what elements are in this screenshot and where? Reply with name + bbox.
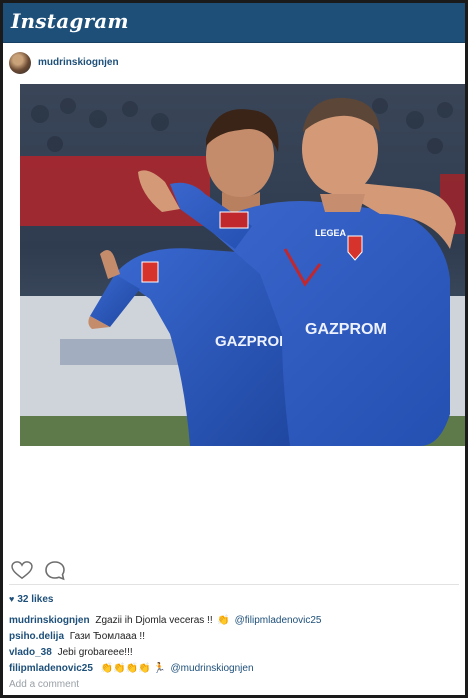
comment-row: filipmladenovic25 👏👏👏👏 🏃 @mudrinskiognje…	[9, 663, 254, 674]
kit-brand-text: LEGEA	[315, 228, 347, 238]
comment-text: Гази Ђомлааа !!	[69, 631, 145, 642]
comment-row: mudrinskiognjen Zgazii ih Djomla veceras…	[9, 615, 322, 626]
instagram-logo[interactable]: Instagram	[11, 9, 129, 33]
avatar[interactable]	[9, 52, 31, 74]
post-photo[interactable]: GAZPROM LEGEA GAZPROM	[20, 84, 465, 446]
divider	[9, 584, 459, 585]
comment-bubble-icon[interactable]	[44, 560, 66, 581]
comment-username[interactable]: psiho.delija	[9, 631, 64, 642]
post-username[interactable]: mudrinskiognjen	[38, 57, 119, 68]
comment-username[interactable]: filipmladenovic25	[9, 663, 93, 674]
comment-username[interactable]: vlado_38	[9, 647, 52, 658]
post-actions	[3, 559, 465, 583]
likes-text: 32 likes	[17, 594, 54, 605]
comment-mention[interactable]: @filipmladenovic25	[235, 615, 322, 626]
comment-text: Jebi grobareee!!!	[57, 647, 133, 658]
small-heart-icon: ♥	[9, 594, 15, 604]
likes-count[interactable]: ♥ 32 likes	[9, 594, 54, 605]
post-header: mudrinskiognjen	[3, 42, 465, 84]
comment-mention[interactable]: @mudrinskiognjen	[171, 663, 254, 674]
comment-text: Zgazii ih Djomla veceras !!	[95, 615, 213, 626]
comment-emoji: 👏	[217, 615, 230, 626]
instagram-app: Instagram mudrinskiognjen GAZPROM LEGEA …	[3, 3, 465, 695]
comment-emoji: 👏👏👏👏 🏃	[100, 663, 166, 674]
comment-row: vlado_38 Jebi grobareee!!!	[9, 647, 133, 658]
heart-outline-icon[interactable]	[11, 561, 33, 580]
comment-username[interactable]: mudrinskiognjen	[9, 615, 90, 626]
add-comment-input[interactable]: Add a comment	[9, 679, 79, 690]
comment-row: psiho.delija Гази Ђомлааа !!	[9, 631, 145, 642]
sponsor-text-right: GAZPROM	[305, 321, 387, 338]
sponsor-text-left: GAZPROM	[215, 333, 292, 350]
top-bar: Instagram	[3, 3, 465, 43]
